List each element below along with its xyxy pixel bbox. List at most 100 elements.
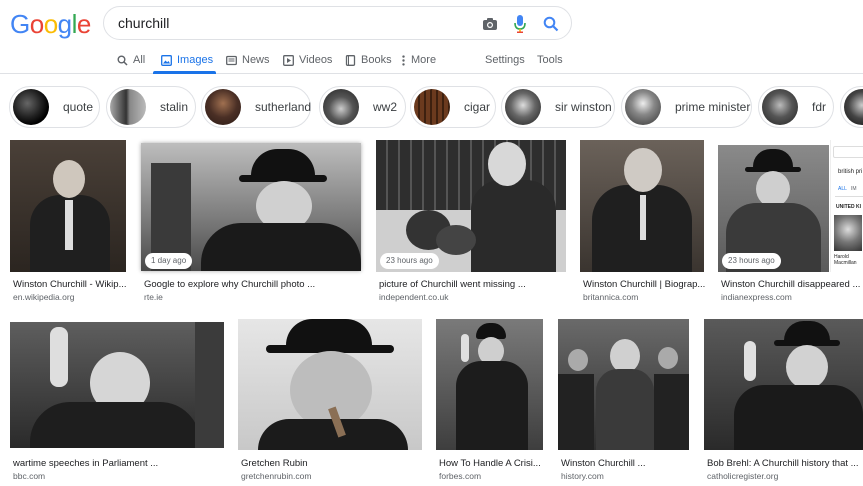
chip-sir-winston[interactable]: sir winston — [501, 86, 615, 128]
image-icon — [161, 54, 172, 66]
result-source[interactable]: gretchenrubin.com — [241, 471, 311, 481]
result-source[interactable]: rte.ie — [144, 292, 163, 302]
chip-partial[interactable] — [840, 86, 863, 128]
tab-settings[interactable]: Settings — [485, 50, 525, 70]
google-logo[interactable]: Google — [10, 9, 91, 40]
active-tab-indicator — [153, 71, 216, 74]
header: Google churchill All Images News Videos — [0, 0, 863, 74]
knowledge-panel-preview[interactable]: british pri ALL IM UNITED KI Harold Macm… — [830, 140, 863, 272]
tab-label: Settings — [485, 54, 525, 66]
tab-more[interactable]: More — [401, 50, 436, 70]
chip-label: quote — [63, 100, 94, 114]
result-source[interactable]: indianexpress.com — [721, 292, 792, 302]
result-thumbnail[interactable]: 23 hours ago — [376, 140, 566, 272]
result-caption[interactable]: Winston Churchill | Biograp... — [583, 279, 705, 290]
result-thumbnail[interactable] — [10, 140, 126, 272]
panel-portrait[interactable] — [834, 215, 862, 251]
result-source[interactable]: history.com — [561, 471, 604, 481]
image-result[interactable]: Winston Churchill - Wikip... en.wikipedi… — [10, 140, 127, 305]
result-source[interactable]: independent.co.uk — [379, 292, 448, 302]
chip-thumbnail — [762, 89, 798, 125]
result-source[interactable]: en.wikipedia.org — [13, 292, 74, 302]
result-thumbnail[interactable] — [580, 140, 704, 272]
result-caption[interactable]: wartime speeches in Parliament ... — [13, 458, 158, 469]
result-thumbnail[interactable] — [436, 319, 543, 450]
result-caption[interactable]: Winston Churchill ... — [561, 458, 645, 469]
result-source[interactable]: britannica.com — [583, 292, 638, 302]
tab-label: Books — [361, 54, 392, 66]
tab-videos[interactable]: Videos — [283, 50, 332, 70]
book-icon — [345, 54, 356, 66]
result-caption[interactable]: Winston Churchill disappeared ... — [721, 279, 860, 290]
tab-news[interactable]: News — [226, 50, 270, 70]
chip-prime-minister[interactable]: prime minister — [621, 86, 752, 128]
chip-thumbnail — [323, 89, 359, 125]
chip-thumbnail — [110, 89, 146, 125]
chip-ww2[interactable]: ww2 — [319, 86, 406, 128]
search-box[interactable]: churchill — [103, 6, 572, 40]
result-caption[interactable]: Gretchen Rubin — [241, 458, 308, 469]
tab-books[interactable]: Books — [345, 50, 392, 70]
result-caption[interactable]: How To Handle A Crisi... — [439, 458, 541, 469]
related-searches: quote stalin sutherland ww2 cigar sir wi… — [0, 86, 863, 128]
logo-letter: o — [43, 9, 58, 39]
result-age-badge: 23 hours ago — [722, 253, 781, 269]
chip-thumbnail — [205, 89, 241, 125]
result-source[interactable]: catholicregister.org — [707, 471, 778, 481]
panel-tab-all[interactable]: ALL — [838, 186, 847, 192]
image-result[interactable]: Bob Brehl: A Churchill history that ... … — [704, 319, 863, 486]
result-thumbnail[interactable] — [704, 319, 863, 450]
result-thumbnail[interactable]: 23 hours ago — [718, 145, 829, 272]
tab-label: More — [411, 54, 437, 66]
more-icon — [402, 54, 405, 66]
image-result[interactable]: Winston Churchill | Biograp... britannic… — [580, 140, 705, 305]
tab-tools[interactable]: Tools — [537, 50, 563, 70]
tab-images[interactable]: Images — [161, 50, 213, 70]
chip-fdr[interactable]: fdr — [758, 86, 834, 128]
image-result[interactable]: wartime speeches in Parliament ... bbc.c… — [10, 322, 224, 486]
chip-cigar[interactable]: cigar — [410, 86, 496, 128]
tab-label: Tools — [537, 54, 563, 66]
result-thumbnail[interactable] — [558, 319, 689, 450]
chip-quote[interactable]: quote — [9, 86, 100, 128]
chip-stalin[interactable]: stalin — [106, 86, 196, 128]
result-caption[interactable]: Bob Brehl: A Churchill history that ... — [707, 458, 859, 469]
tab-label: All — [133, 54, 146, 66]
result-thumbnail[interactable] — [10, 322, 224, 448]
image-result[interactable]: 23 hours ago picture of Churchill went m… — [376, 140, 566, 305]
result-caption[interactable]: Google to explore why Churchill photo ..… — [144, 279, 315, 290]
chip-thumbnail — [844, 89, 863, 125]
result-caption[interactable]: picture of Churchill went missing ... — [379, 279, 526, 290]
logo-letter: g — [57, 9, 72, 39]
panel-heading: UNITED KI — [836, 204, 861, 210]
tab-label: News — [242, 54, 270, 66]
image-result[interactable]: 1 day ago Google to explore why Churchil… — [139, 140, 363, 305]
camera-icon[interactable] — [480, 14, 500, 34]
result-source[interactable]: forbes.com — [439, 471, 481, 481]
chip-thumbnail — [414, 89, 450, 125]
result-thumbnail[interactable] — [238, 319, 422, 450]
panel-text: british pri — [838, 169, 863, 175]
image-result[interactable]: Winston Churchill ... history.com — [558, 319, 689, 486]
chip-label: stalin — [160, 100, 189, 114]
chip-label: fdr — [812, 100, 827, 114]
chip-sutherland[interactable]: sutherland — [201, 86, 311, 128]
panel-name: Harold Macmillan — [834, 254, 857, 266]
tab-all[interactable]: All — [117, 50, 145, 70]
chip-label: cigar — [464, 100, 491, 114]
video-icon — [283, 54, 294, 66]
search-icon[interactable] — [541, 14, 561, 34]
result-age-badge: 23 hours ago — [380, 253, 439, 269]
panel-tab-images[interactable]: IM — [851, 186, 857, 192]
microphone-icon[interactable] — [510, 14, 530, 34]
result-caption[interactable]: Winston Churchill - Wikip... — [13, 279, 127, 290]
image-result[interactable]: How To Handle A Crisi... forbes.com — [436, 319, 543, 486]
image-result[interactable]: Gretchen Rubin gretchenrubin.com — [238, 319, 422, 486]
result-source[interactable]: bbc.com — [13, 471, 45, 481]
result-thumbnail[interactable]: 1 day ago — [141, 143, 361, 271]
image-result[interactable]: 23 hours ago Winston Churchill disappear… — [718, 140, 860, 305]
chip-thumbnail — [625, 89, 661, 125]
search-icon — [117, 55, 128, 66]
logo-letter: e — [76, 9, 91, 39]
search-input[interactable]: churchill — [118, 15, 169, 31]
